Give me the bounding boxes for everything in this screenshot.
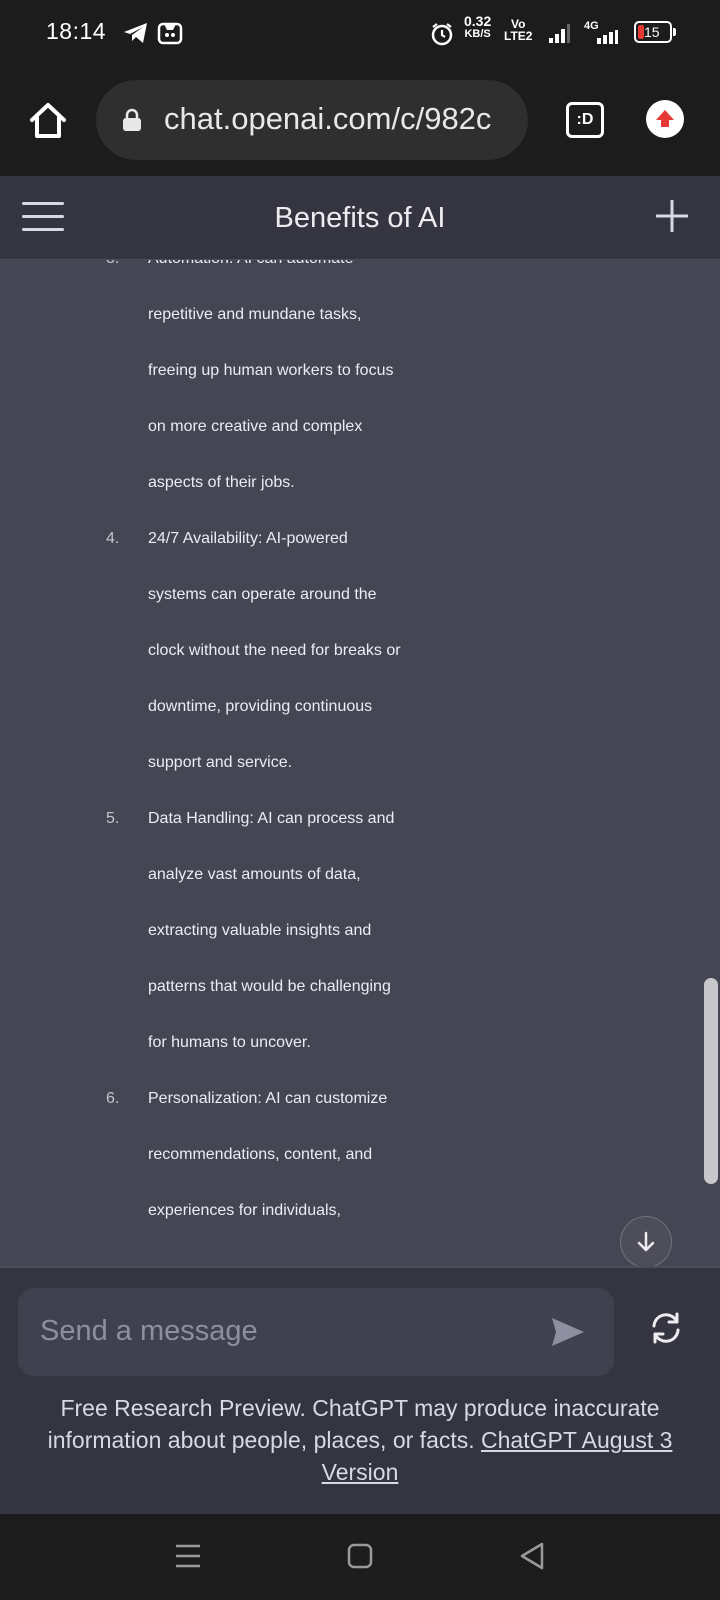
status-bar: 18:14 0.32 KB/S Vo LTE2 4G 15 (0, 0, 720, 64)
list-item-number: 5. (106, 810, 120, 827)
home-nav-icon[interactable] (342, 1538, 378, 1574)
back-icon[interactable] (514, 1538, 550, 1574)
list-item-text: recommendations, content, and (148, 1146, 373, 1163)
volte-indicator: Vo LTE2 (504, 17, 533, 43)
list-item-text: for humans to uncover. (148, 1034, 311, 1051)
address-bar[interactable]: chat.openai.com/c/982c (96, 80, 528, 160)
message-input[interactable] (40, 1306, 520, 1356)
list-item-number: 6. (106, 1090, 120, 1107)
list-item-text: clock without the need for breaks or (148, 642, 401, 659)
telegram-icon (124, 23, 147, 43)
chat-title: Benefits of AI (274, 202, 446, 234)
alarm-icon (431, 23, 453, 46)
app-notification-icon (157, 22, 183, 45)
status-time: 18:14 (46, 18, 107, 44)
list-item-text: 24/7 Availability: AI-powered (148, 530, 348, 547)
scroll-to-bottom-button[interactable] (620, 1216, 672, 1266)
system-nav-bar (0, 1514, 720, 1600)
list-item-text: repetitive and mundane tasks, (148, 306, 362, 323)
scrollbar-thumb[interactable] (704, 978, 718, 1184)
network-speed: 0.32 KB/S (464, 13, 492, 40)
list-item-number: 3. (106, 260, 119, 268)
list-item-text: downtime, providing continuous (148, 698, 373, 715)
list-item-text: support and service. (148, 754, 293, 771)
browser-toolbar: chat.openai.com/c/982c :D (0, 64, 720, 176)
home-icon[interactable] (26, 98, 70, 142)
list-item-text: patterns that would be challenging (148, 978, 391, 995)
assistant-message: 3. Automation: AI can automate repetitive … (0, 260, 720, 1266)
plus-icon[interactable] (654, 198, 690, 234)
update-arrow-icon (656, 110, 674, 127)
list-item-text: extracting valuable insights and (148, 922, 372, 939)
battery-icon: 15 (634, 21, 676, 43)
recent-apps-icon[interactable] (170, 1538, 206, 1574)
list-item-text: aspects of their jobs. (148, 474, 295, 491)
battery-level: 15 (644, 24, 660, 40)
lock-icon (123, 108, 141, 131)
list-item-text: Automation: AI can automate (148, 260, 353, 268)
update-button[interactable] (646, 100, 684, 138)
list-item-text: freeing up human workers to focus (148, 362, 394, 379)
send-icon[interactable] (548, 1312, 588, 1352)
chat-header: Benefits of AI (0, 176, 720, 260)
url-text[interactable]: chat.openai.com/c/982c (164, 101, 491, 137)
list-item-text: analyze vast amounts of data, (148, 866, 361, 883)
disclaimer: Free Research Preview. ChatGPT may produ… (20, 1392, 700, 1488)
list-item-number: 4. (106, 530, 120, 547)
list-item-text: on more creative and complex (148, 418, 363, 435)
signal-4g-icon (597, 30, 618, 44)
list-item-text: Data Handling: AI can process and (148, 810, 395, 827)
regenerate-icon[interactable] (646, 1308, 686, 1348)
list-item-text: systems can operate around the (148, 586, 377, 603)
list-item-text: experiences for individuals, (148, 1202, 341, 1219)
message-input-box[interactable] (18, 1288, 614, 1376)
tab-switcher-button[interactable]: :D (566, 102, 604, 138)
list-item-text: Personalization: AI can customize (148, 1090, 388, 1107)
arrow-down-icon (637, 1231, 655, 1252)
signal-icon (549, 24, 570, 43)
composer: Free Research Preview. ChatGPT may produ… (0, 1266, 720, 1514)
